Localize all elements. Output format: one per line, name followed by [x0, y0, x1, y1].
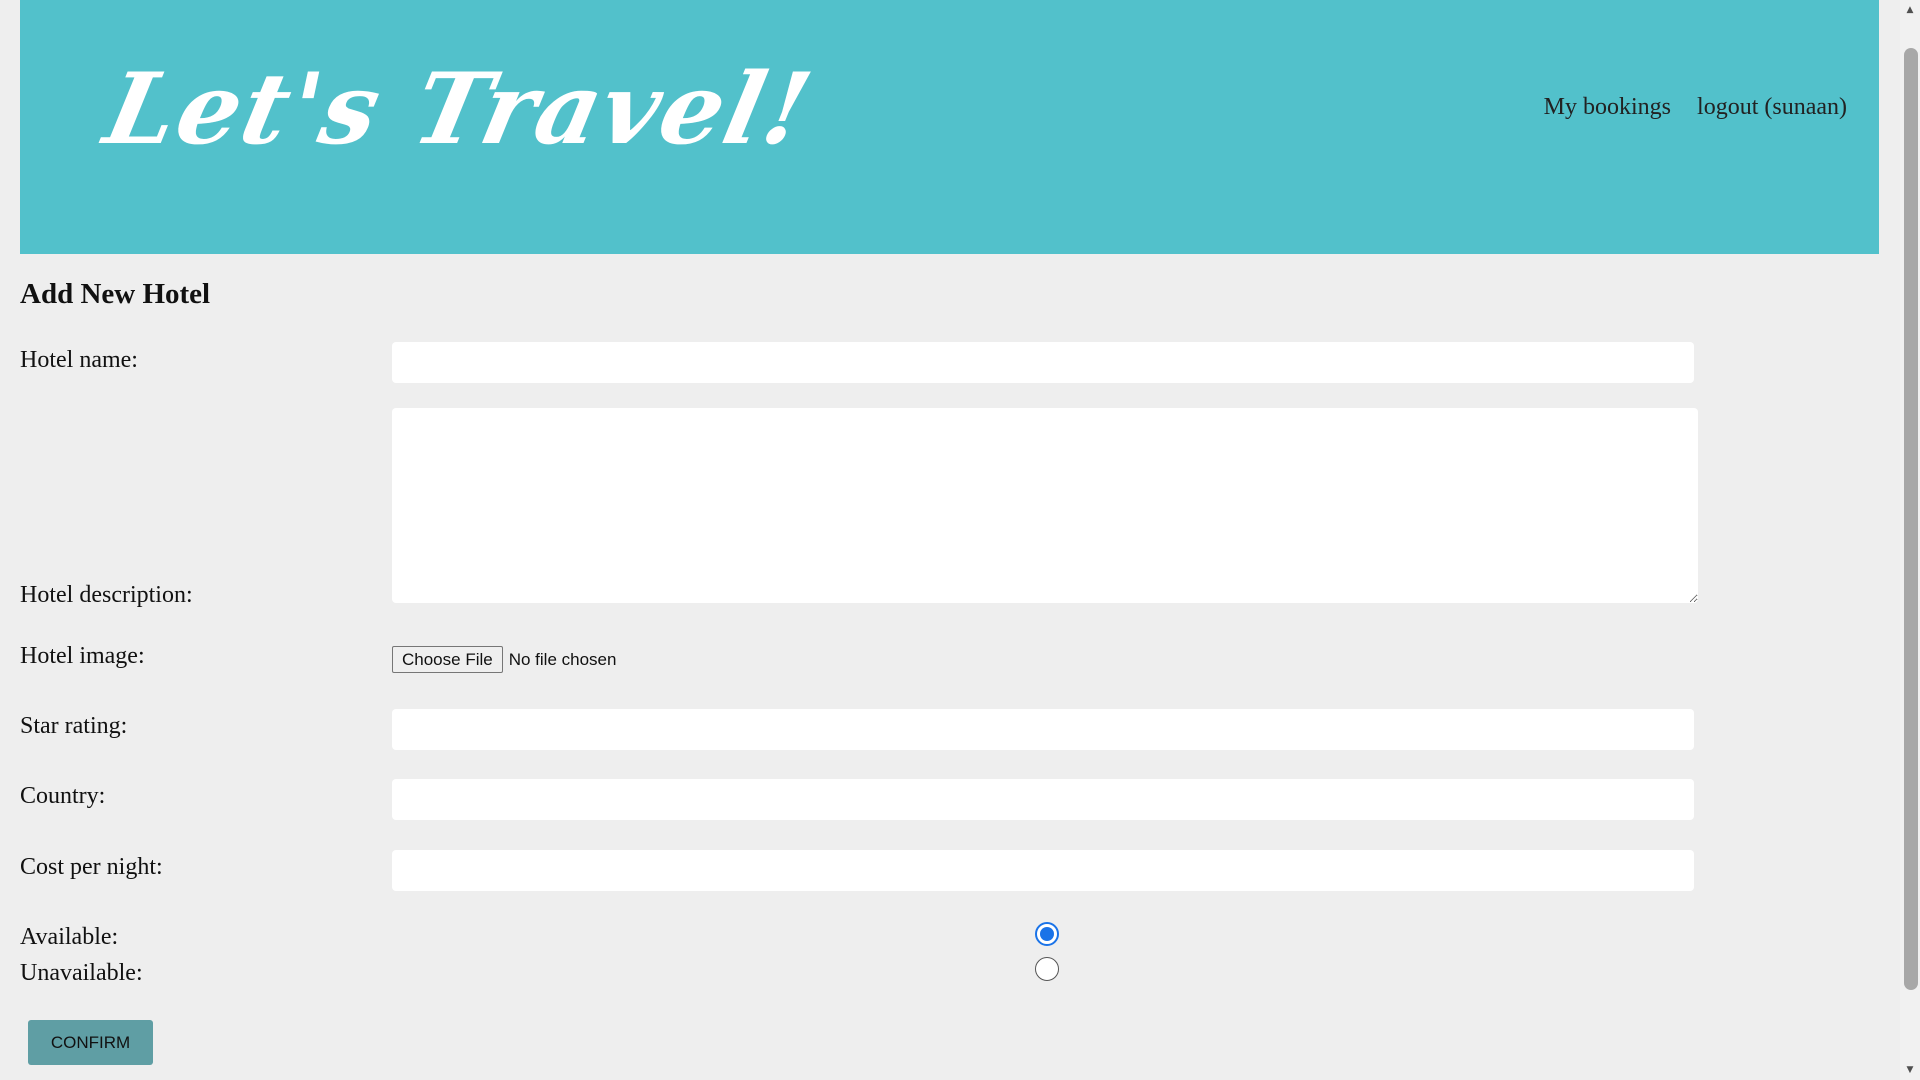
file-status-text: No file chosen: [508, 649, 617, 669]
unavailable-label: Unavailable:: [20, 960, 143, 986]
star-rating-label: Star rating:: [20, 713, 128, 739]
hotel-image-label: Hotel image:: [20, 643, 145, 669]
scrollbar-thumb[interactable]: [1904, 48, 1918, 990]
hotel-description-label: Hotel description:: [20, 582, 193, 608]
top-nav: My bookings logout (sunaan): [1544, 94, 1847, 121]
hotel-name-input[interactable]: [392, 342, 1694, 383]
scroll-down-arrow-icon[interactable]: ▼: [1900, 1060, 1920, 1080]
available-radio[interactable]: [1035, 922, 1059, 946]
page: Let's Travel! My bookings logout (sunaan…: [0, 0, 1900, 1080]
country-input[interactable]: [392, 779, 1694, 820]
hotel-image-file-input: Choose File No file chosen: [392, 646, 616, 673]
header-banner: Let's Travel! My bookings logout (sunaan…: [20, 0, 1879, 254]
hotel-description-textarea[interactable]: [392, 408, 1698, 603]
page-title: Add New Hotel: [20, 278, 211, 310]
scroll-up-arrow-icon[interactable]: ▲: [1900, 0, 1920, 20]
confirm-button[interactable]: CONFIRM: [28, 1020, 153, 1065]
site-logo: Let's Travel!: [95, 52, 823, 167]
available-label: Available:: [20, 924, 119, 950]
logout-link[interactable]: logout (sunaan): [1697, 94, 1847, 121]
star-rating-input[interactable]: [392, 709, 1694, 750]
cost-per-night-input[interactable]: [392, 850, 1694, 891]
my-bookings-link[interactable]: My bookings: [1544, 94, 1671, 121]
hotel-name-label: Hotel name:: [20, 347, 138, 373]
cost-per-night-label: Cost per night:: [20, 854, 163, 880]
choose-file-button[interactable]: Choose File: [392, 646, 503, 673]
unavailable-radio[interactable]: [1035, 957, 1059, 981]
vertical-scrollbar[interactable]: ▲ ▼: [1900, 0, 1920, 1080]
country-label: Country:: [20, 783, 106, 809]
